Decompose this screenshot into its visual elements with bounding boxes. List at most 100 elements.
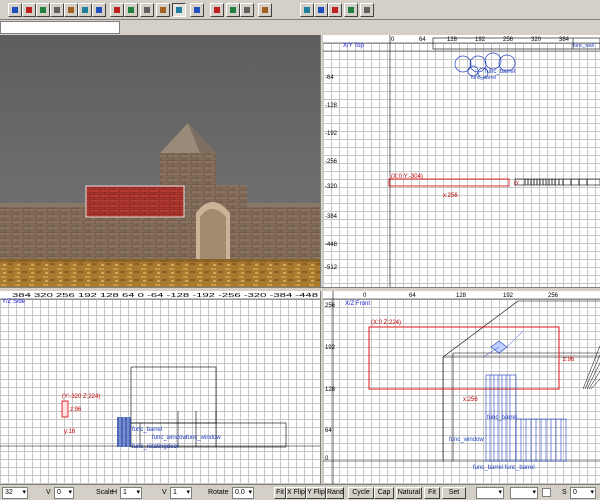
xz-view-label: X/Z Front — [345, 301, 370, 307]
texture-select-2[interactable] — [510, 487, 538, 499]
rotate-icon — [40, 7, 46, 13]
xy-view-label: X/Y Top — [343, 43, 364, 49]
clip-tool-button[interactable] — [78, 3, 92, 17]
yz-top-ruler: 384 320 256 192 128 64 0 -64 -128 -192 -… — [12, 293, 318, 299]
set-button[interactable]: Set — [442, 487, 466, 499]
scale-tool-button[interactable] — [22, 3, 36, 17]
yz-entity-label: func_rotatingdoor — [132, 444, 179, 450]
fit-button[interactable]: Fit — [274, 487, 286, 499]
entity-tool-button[interactable] — [140, 3, 154, 17]
xy-ruler-left-2: -192 — [325, 131, 338, 137]
yz-entity-label: func_window — [186, 435, 221, 441]
yz-size-y: y:16 — [64, 429, 76, 435]
x-flip-button[interactable]: X Flip — [286, 487, 306, 499]
y-icon — [318, 7, 324, 13]
texture-status-bar: 32 V 0 Scale H 1 V 1 Rotate 0.0 Fit X Fl… — [0, 484, 600, 500]
h-scale-field[interactable]: 1 — [120, 487, 142, 499]
camera-icon — [194, 7, 200, 13]
view-eye-tool-button[interactable] — [360, 3, 374, 17]
view-3d-tool-button[interactable] — [344, 3, 358, 17]
xy-left-ruler: -64 -128 -192 -256 -320 -384 -448 -512 — [325, 75, 338, 271]
xy-top-drawing: 0 64 128 192 256 320 384 -64 -128 -192 -… — [323, 35, 600, 287]
y-flip-button[interactable]: Y Flip — [306, 487, 326, 499]
flip-icon — [68, 7, 74, 13]
natural-button[interactable]: Natural — [396, 487, 422, 499]
path-tool-button[interactable] — [226, 3, 240, 17]
yz-side-drawing: 384 320 256 192 128 64 0 -64 -128 -192 -… — [0, 291, 320, 450]
xz-entity-label: func_window — [449, 437, 484, 443]
cap-button[interactable]: Cap — [374, 487, 394, 499]
vertex-icon — [54, 7, 60, 13]
texture-select-1[interactable] — [476, 487, 504, 499]
xz-ruler-top-4: 256 — [548, 293, 559, 299]
hollow-tool-button[interactable] — [110, 3, 124, 17]
vertical-splitter[interactable] — [320, 35, 323, 484]
yz-side-view[interactable]: 384 320 256 192 128 64 0 -64 -128 -192 -… — [0, 291, 320, 484]
z-icon — [332, 7, 338, 13]
xy-entity-label: func_barrel — [471, 75, 496, 81]
cycle-button[interactable]: Cycle — [348, 487, 374, 499]
yz-brush-coord: (Y:-320 Z:224) — [62, 394, 100, 400]
x-icon — [304, 7, 310, 13]
fit-texture-button[interactable]: Fit — [424, 487, 440, 499]
xy-ruler-left-7: -512 — [325, 265, 338, 271]
select-tool-button[interactable] — [172, 3, 186, 17]
xz-front-view[interactable]: 0 64 128 192 256 256 192 128 64 0 X/Z Fr… — [323, 291, 600, 484]
move-tool-button[interactable] — [8, 3, 22, 17]
xz-size-x: x:256 — [463, 397, 478, 403]
xy-top-view[interactable]: 0 64 128 192 256 320 384 -64 -128 -192 -… — [323, 35, 600, 287]
xz-ruler-top-3: 192 — [503, 293, 514, 299]
move-icon — [12, 7, 18, 13]
xy-edge-label: (Y — [514, 181, 520, 187]
yz-entity-block[interactable] — [117, 417, 131, 447]
scale-label: Scale — [96, 489, 114, 496]
xy-ruler-left-5: -384 — [325, 214, 338, 220]
yz-selected-brush[interactable] — [61, 400, 69, 418]
xy-ruler-left-1: -128 — [325, 103, 338, 109]
xy-ruler-left-4: -320 — [325, 184, 338, 190]
texture-combo[interactable] — [0, 21, 120, 34]
xy-ruler-left-3: -256 — [325, 159, 338, 165]
camera-tool-button[interactable] — [190, 3, 204, 17]
rotate-field[interactable]: 0.0 — [232, 487, 254, 499]
xz-entity-label: func_barrel func_barrel — [473, 465, 535, 471]
compile-tool-button[interactable] — [240, 3, 254, 17]
vertex-tool-button[interactable] — [50, 3, 64, 17]
texture-icon — [160, 7, 166, 13]
xz-size-z: z:96 — [563, 357, 575, 363]
h-scale-label: H — [112, 489, 118, 496]
rotate-label: Rotate — [208, 489, 229, 496]
carve-tool-button[interactable] — [92, 3, 106, 17]
s-field[interactable]: 0 — [570, 487, 596, 499]
random-button[interactable]: Rand — [326, 487, 344, 499]
s-label: S — [562, 489, 567, 496]
brush-tool-button[interactable] — [210, 3, 224, 17]
cursor-icon — [176, 7, 182, 13]
camera-3d-view[interactable] — [0, 35, 320, 287]
view-y-tool-button[interactable] — [314, 3, 328, 17]
view-x-tool-button[interactable] — [300, 3, 314, 17]
v-offset-field[interactable]: 0 — [54, 487, 74, 499]
option-checkbox[interactable] — [542, 488, 551, 497]
entity-icon — [144, 7, 150, 13]
group-tool-button[interactable] — [124, 3, 138, 17]
yz-entity-label: func_window — [152, 435, 187, 441]
horizontal-splitter[interactable] — [0, 287, 600, 291]
clip-icon — [82, 7, 88, 13]
grid-size-field[interactable]: 32 — [2, 487, 28, 499]
xz-ruler-left-3: 64 — [325, 428, 332, 434]
xz-ruler-top-2: 128 — [456, 293, 467, 299]
rotate-tool-button[interactable] — [36, 3, 50, 17]
xz-entity-label: func_barrel — [487, 415, 517, 421]
v-scale-field[interactable]: 1 — [170, 487, 192, 499]
run-tool-button[interactable] — [258, 3, 272, 17]
brush-icon — [214, 7, 220, 13]
view-z-tool-button[interactable] — [328, 3, 342, 17]
flip-tool-button[interactable] — [64, 3, 78, 17]
texture-tool-button[interactable] — [156, 3, 170, 17]
xz-selected-brush[interactable] — [368, 326, 560, 390]
yz-view-label: Y/Z Side — [2, 299, 26, 305]
xy-selected-brush[interactable] — [388, 178, 510, 187]
hollow-icon — [114, 7, 120, 13]
arrow-up-icon — [348, 7, 354, 13]
